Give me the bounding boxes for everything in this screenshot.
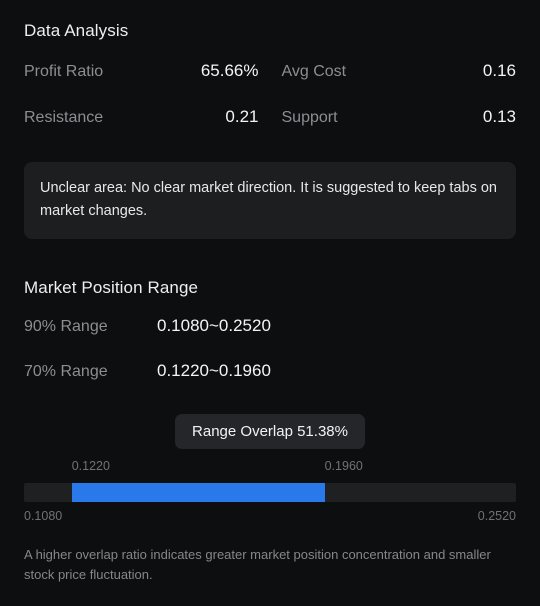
range-label: 90% Range <box>24 318 108 335</box>
range-tick-labels: 0.1220 0.1960 <box>24 459 516 476</box>
stat-resistance: Resistance 0.21 <box>24 107 259 153</box>
range-row-70: 70% Range 0.1220~0.1960 <box>24 361 516 406</box>
range-tick-start: 0.1220 <box>71 459 110 473</box>
axis-min-label: 0.1080 <box>24 509 63 523</box>
range-axis-labels: 0.1080 0.2520 <box>24 509 516 523</box>
stat-value: 65.66% <box>200 61 259 80</box>
data-analysis-title: Data Analysis <box>24 21 129 40</box>
stat-value: 0.13 <box>482 107 516 126</box>
range-value: 0.1220~0.1960 <box>157 361 271 380</box>
data-analysis-stat-grid: Profit Ratio 65.66% Avg Cost 0.16 Resist… <box>24 61 516 153</box>
axis-max-label: 0.2520 <box>477 509 516 523</box>
range-label: 70% Range <box>24 363 108 380</box>
range-tick-end: 0.1960 <box>324 459 363 473</box>
overlap-explanation-note: A higher overlap ratio indicates greater… <box>24 547 491 582</box>
stat-value: 0.16 <box>482 61 516 80</box>
range-value: 0.1080~0.2520 <box>157 316 271 335</box>
range-bar-track <box>24 483 516 502</box>
notice-text: Unclear area: No clear market direction.… <box>40 180 497 219</box>
range-overlap-badge: Range Overlap 51.38% <box>175 414 365 449</box>
market-direction-notice: Unclear area: No clear market direction.… <box>24 162 516 239</box>
market-position-range-rows: 90% Range 0.1080~0.2520 70% Range 0.1220… <box>24 316 516 406</box>
stat-label: Avg Cost <box>281 63 347 80</box>
stat-support: Support 0.13 <box>282 107 517 153</box>
range-row-90: 90% Range 0.1080~0.2520 <box>24 316 516 361</box>
stat-profit-ratio: Profit Ratio 65.66% <box>24 61 259 107</box>
market-analysis-panel: Data Analysis Profit Ratio 65.66% Avg Co… <box>0 0 540 606</box>
overlap-badge-wrapper: Range Overlap 51.38% <box>24 414 516 449</box>
range-bar-fill <box>71 483 325 502</box>
market-position-range-title: Market Position Range <box>24 278 199 297</box>
stat-value: 0.21 <box>225 107 259 126</box>
stat-label: Resistance <box>24 109 104 126</box>
stat-avg-cost: Avg Cost 0.16 <box>282 61 517 107</box>
stat-label: Support <box>281 109 338 126</box>
range-overlap-chart: 0.1220 0.1960 0.1080 0.2520 <box>24 459 516 523</box>
stat-label: Profit Ratio <box>24 63 104 80</box>
